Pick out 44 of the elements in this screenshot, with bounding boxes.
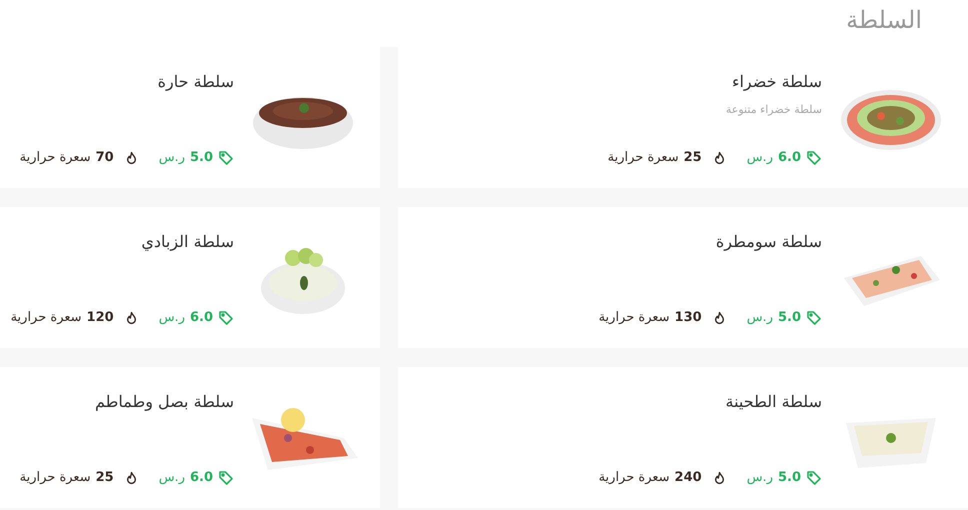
calories: 25 xyxy=(684,149,702,167)
flame-icon xyxy=(124,470,138,485)
flame-icon xyxy=(712,310,726,325)
flame-icon xyxy=(712,470,726,485)
calories-unit: سعرة حرارية xyxy=(608,149,679,167)
price: 6.0 xyxy=(190,469,213,487)
flame-icon xyxy=(124,310,138,325)
calories: 240 xyxy=(674,469,702,487)
item-description: سلطة خضراء متنوعة xyxy=(724,102,822,118)
item-name: سلطة خضراء xyxy=(730,72,822,92)
calories-unit: سعرة حرارية xyxy=(598,309,670,327)
calories-unit: سعرة حرارية xyxy=(598,469,670,487)
price: 6.0 xyxy=(190,309,213,327)
calories: 70 xyxy=(96,149,114,167)
tag-icon xyxy=(806,310,822,326)
calories: 130 xyxy=(674,309,702,327)
calories: 25 xyxy=(96,469,114,487)
tag-icon xyxy=(218,150,234,166)
currency: ر.س xyxy=(158,149,185,167)
price: 6.0 xyxy=(778,149,801,167)
price: 5.0 xyxy=(190,149,213,167)
item-name: سلطة حارة xyxy=(156,72,234,92)
flame-icon xyxy=(124,150,138,165)
currency: ر.س xyxy=(746,469,773,487)
calories-unit: سعرة حرارية xyxy=(10,309,82,327)
tag-icon xyxy=(218,310,234,326)
calories: 120 xyxy=(86,309,114,327)
currency: ر.س xyxy=(158,469,185,487)
calories-unit: سعرة حرارية xyxy=(20,469,91,487)
item-name: سلطة الطحينة xyxy=(724,392,822,412)
tag-icon xyxy=(218,470,234,486)
currency: ر.س xyxy=(746,309,773,327)
item-name: سلطة بصل وطماطم xyxy=(94,392,234,412)
tag-icon xyxy=(806,470,822,486)
item-name: سلطة الزبادي xyxy=(140,232,234,252)
currency: ر.س xyxy=(746,149,773,167)
price: 5.0 xyxy=(778,309,801,327)
calories-unit: سعرة حرارية xyxy=(20,149,91,167)
tag-icon xyxy=(806,150,822,166)
currency: ر.س xyxy=(158,309,185,327)
section-title: السلطة xyxy=(846,5,922,36)
item-name: سلطة سومطرة xyxy=(714,232,822,252)
flame-icon xyxy=(712,150,726,165)
price: 5.0 xyxy=(778,469,801,487)
